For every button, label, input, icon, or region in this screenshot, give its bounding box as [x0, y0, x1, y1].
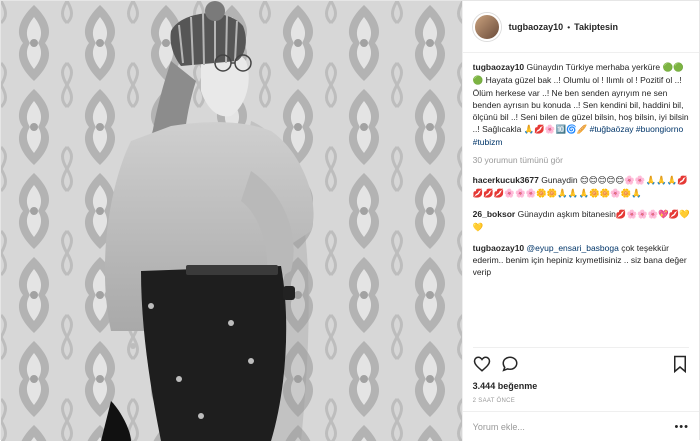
photo-image [1, 1, 462, 441]
comment-text: Gunaydin [541, 175, 580, 185]
caption-emoji-2: 🙏💋🌸🔟🌀🥖 [523, 125, 588, 135]
caption: tugbaozay10 Günaydın Türkiye merhaba yer… [473, 61, 691, 148]
view-all-comments-link[interactable]: 30 yorumun tümünü gör [473, 154, 691, 166]
caption-text-1: Günaydın Türkiye merhaba yerküre [526, 62, 663, 72]
comment-item: hacerkucuk3677 Gunaydin 😊😊😊😊😊🌸🌸🙏🙏🙏💋💋💋💋🌸🌸… [473, 174, 691, 200]
likes-count[interactable]: 3.444 beğenme [473, 381, 689, 391]
bookmark-icon[interactable] [671, 355, 689, 373]
more-options-icon[interactable]: ••• [674, 421, 689, 433]
mention-link[interactable]: @eyup_ensari_basboga [527, 243, 619, 253]
post-photo[interactable] [1, 1, 462, 441]
post-header: tugbaozay10 • Takiptesin [462, 1, 699, 53]
caption-username[interactable]: tugbaozay10 [473, 62, 525, 72]
comment-text: Günaydın aşkım bitanesin [517, 209, 616, 219]
follow-status-button[interactable]: Takiptesin [574, 22, 618, 32]
header-username[interactable]: tugbaozay10 [509, 22, 564, 32]
comments-list[interactable]: tugbaozay10 Günaydın Türkiye merhaba yer… [473, 61, 691, 345]
add-comment-bar: ••• [462, 411, 699, 441]
action-icons [473, 354, 689, 374]
hashtag-link[interactable]: #tubizm [473, 137, 503, 147]
comment-username[interactable]: tugbaozay10 [473, 243, 525, 253]
comment-item: 26_boksor Günaydın aşkım bitanesin💋🌸🌸🌸💖💋… [473, 208, 691, 234]
hashtag-link[interactable]: #buongiorno [636, 124, 683, 134]
comment-item: tugbaozay10 @eyup_ensari_basboga çok teş… [473, 242, 691, 278]
comment-icon[interactable] [501, 355, 519, 373]
hashtag-link[interactable]: #tuğbaözay [590, 124, 634, 134]
avatar[interactable] [472, 12, 501, 41]
post-sidebar: tugbaozay10 • Takiptesin tugbaozay10 Gün… [461, 1, 699, 441]
post-container: tugbaozay10 • Takiptesin tugbaozay10 Gün… [0, 0, 700, 441]
comment-username[interactable]: 26_boksor [473, 209, 516, 219]
separator-dot: • [567, 21, 571, 32]
action-bar: 3.444 beğenme 2 SAAT ÖNCE [472, 347, 689, 404]
heart-icon[interactable] [473, 355, 491, 373]
post-timestamp: 2 SAAT ÖNCE [472, 398, 516, 404]
comment-username[interactable]: hacerkucuk3677 [473, 175, 539, 185]
comment-input[interactable] [472, 421, 623, 432]
